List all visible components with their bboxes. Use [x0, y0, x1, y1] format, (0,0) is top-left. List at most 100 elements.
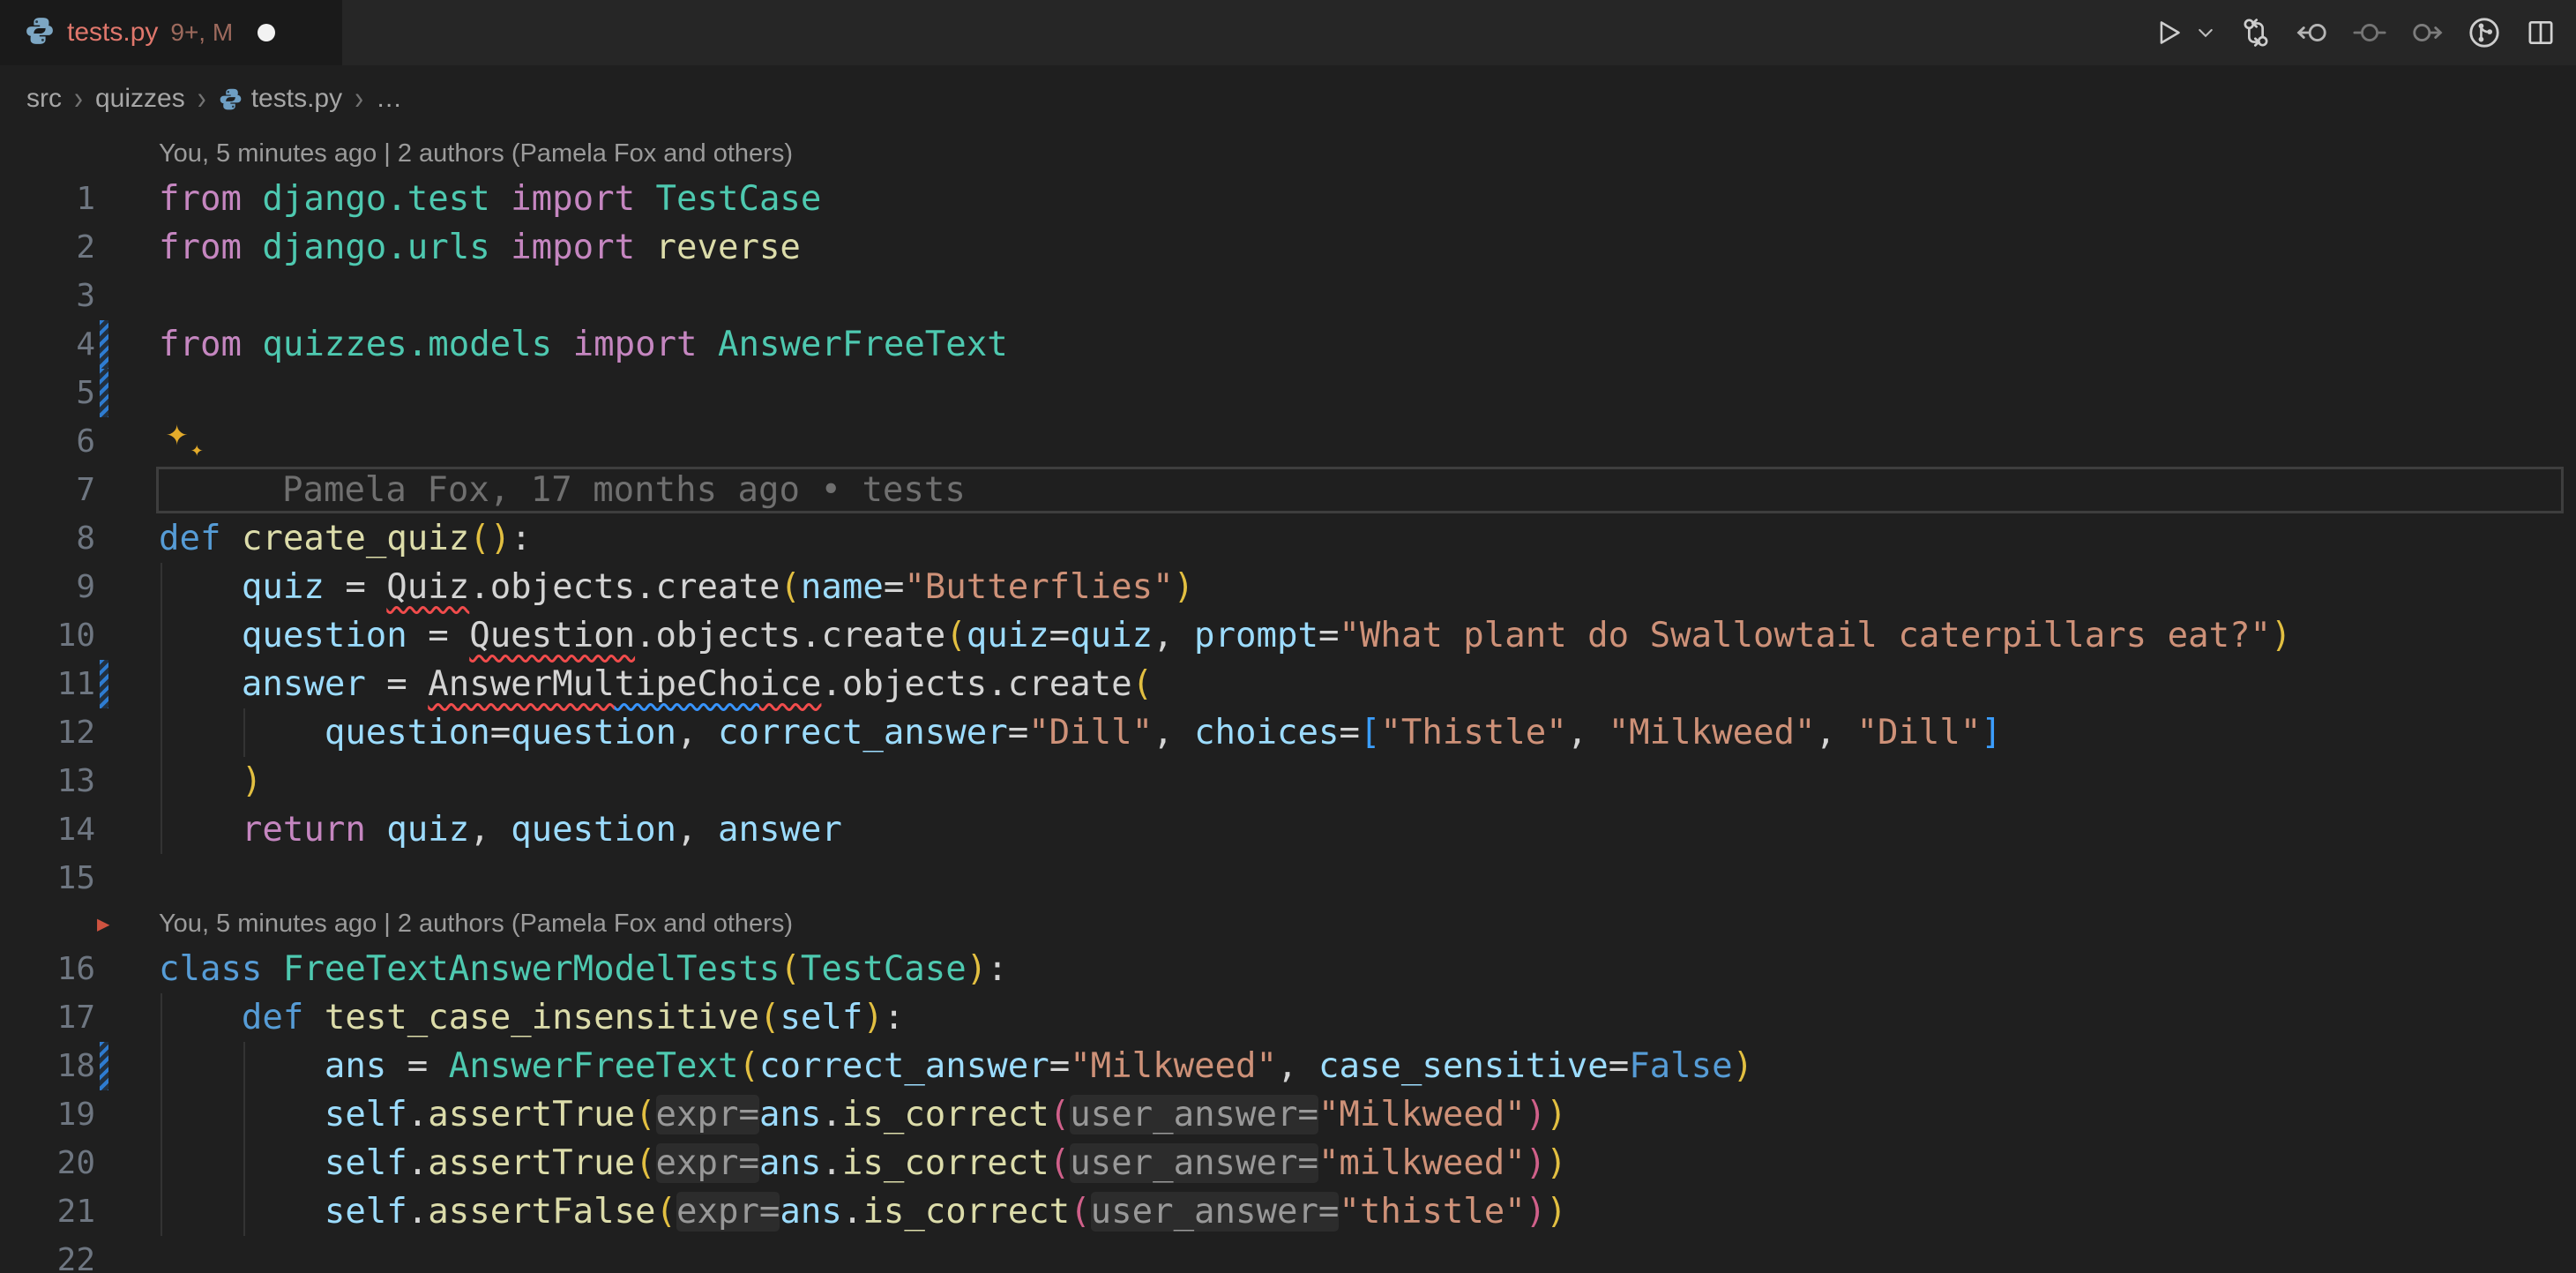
code-token: "Milkweed"	[1318, 1095, 1526, 1134]
nav-back-button[interactable]	[2296, 16, 2329, 49]
code-token: .	[407, 1192, 428, 1232]
code-token: ans	[759, 1095, 821, 1134]
line-number[interactable]: 6	[0, 417, 95, 466]
error-squiggle-token: AnswerMul	[428, 664, 614, 704]
line-number[interactable]: 7	[0, 466, 95, 514]
line-number[interactable]: 19	[0, 1090, 95, 1139]
code-token: [	[1360, 713, 1380, 753]
compare-changes-button[interactable]	[2240, 17, 2272, 49]
line-number[interactable]: 14	[0, 805, 95, 854]
code-token: (	[635, 1143, 655, 1183]
python-icon	[219, 87, 243, 111]
inlay-hint-chip: expr=	[656, 1143, 759, 1183]
breadcrumb-item-symbols[interactable]: …	[376, 84, 402, 114]
line-number[interactable]: 17	[0, 993, 95, 1042]
gutter-modified-indicator[interactable]	[100, 369, 108, 417]
code-token: def	[242, 998, 303, 1037]
line-number[interactable]: 18	[0, 1042, 95, 1090]
line-number[interactable]: 12	[0, 708, 95, 757]
line-content: from django.test import TestCase	[159, 175, 2576, 223]
code-token: =	[325, 567, 386, 607]
code-token: django.test	[262, 179, 489, 219]
code-token: is_correct	[862, 1192, 1070, 1232]
code-token: choices	[1194, 713, 1339, 753]
code-token: ,	[676, 713, 718, 753]
line-number[interactable]: 9	[0, 563, 95, 611]
code-line: 18 ans = AnswerFreeText(correct_answer="…	[0, 1042, 2576, 1090]
breadcrumb-item-tests-py[interactable]: tests.py	[219, 84, 342, 114]
line-content: ans = AnswerFreeText(correct_answer="Mil…	[159, 1042, 2576, 1090]
gutter-modified-indicator[interactable]	[100, 660, 108, 708]
breadcrumb-item-quizzes[interactable]: quizzes	[95, 84, 185, 114]
code-token: False	[1629, 1046, 1732, 1086]
line-content: quiz = Quiz.objects.create(name="Butterf…	[159, 563, 2576, 611]
code-token	[698, 325, 718, 364]
line-number[interactable]: 20	[0, 1139, 95, 1187]
code-token: :	[884, 998, 904, 1037]
chevron-right-icon: ›	[198, 80, 206, 118]
line-number[interactable]: 22	[0, 1236, 95, 1273]
code-token: import	[573, 325, 698, 364]
breadcrumb-item-src[interactable]: src	[26, 84, 62, 114]
code-line: 17 def test_case_insensitive(self):	[0, 993, 2576, 1042]
run-python-file-button[interactable]	[2154, 18, 2184, 48]
line-number[interactable]: 10	[0, 611, 95, 660]
line-number[interactable]: 2	[0, 223, 95, 272]
code-token: quiz	[1070, 616, 1153, 655]
copilot-sparkle-icon[interactable]: ✦	[166, 414, 188, 451]
git-blame-codelens[interactable]: You, 5 minutes ago | 2 authors (Pamela F…	[159, 902, 793, 945]
code-line: 5	[0, 369, 2576, 417]
code-token: "Dill"	[1856, 713, 1981, 753]
line-content: )	[159, 757, 2576, 805]
source-control-graph-icon	[2468, 16, 2501, 49]
indent-guide	[243, 1139, 245, 1187]
code-editor[interactable]: You, 5 minutes ago | 2 authors (Pamela F…	[0, 132, 2576, 1273]
indent-guide	[243, 1042, 245, 1090]
code-token: "Butterflies"	[904, 567, 1173, 607]
code-line: 10 question = Question.objects.create(qu…	[0, 611, 2576, 660]
error-squiggle-token: ice	[759, 664, 821, 704]
code-token	[159, 664, 242, 704]
breadcrumb: src›quizzes›tests.py›…	[0, 65, 2576, 132]
unsaved-changes-dot-icon[interactable]	[258, 24, 275, 41]
line-number[interactable]: 21	[0, 1187, 95, 1236]
nav-location-button[interactable]	[2353, 16, 2386, 49]
code-token: answer	[242, 664, 366, 704]
code-token: assertTrue	[428, 1095, 635, 1134]
code-token: class	[159, 949, 262, 989]
line-number[interactable]: 3	[0, 272, 95, 320]
run-dropdown-button[interactable]	[2195, 22, 2216, 43]
tab-tests-py[interactable]: tests.py 9+, M	[0, 0, 342, 65]
code-token: answer	[718, 810, 842, 850]
run-python-file-icon	[2154, 18, 2184, 48]
code-token: )	[1526, 1143, 1546, 1183]
source-control-graph-button[interactable]	[2468, 16, 2501, 49]
line-number[interactable]: 13	[0, 757, 95, 805]
code-token: case_sensitive	[1318, 1046, 1609, 1086]
gutter-modified-indicator[interactable]	[100, 320, 108, 369]
code-token	[159, 1143, 325, 1183]
line-number[interactable]: 15	[0, 854, 95, 902]
line-number[interactable]: 5	[0, 369, 95, 417]
inlay-hint-chip: expr=	[656, 1095, 759, 1134]
line-number[interactable]: 8	[0, 514, 95, 563]
line-number[interactable]: 4	[0, 320, 95, 369]
code-token: .	[842, 1192, 862, 1232]
code-token: is_correct	[842, 1095, 1049, 1134]
nav-forward-button[interactable]	[2410, 16, 2444, 49]
line-number[interactable]: 11	[0, 660, 95, 708]
code-token: )	[1546, 1192, 1566, 1232]
gutter-deleted-lines-arrow-icon[interactable]: ▶	[97, 913, 109, 934]
code-token: return	[242, 810, 366, 850]
code-line: 3	[0, 272, 2576, 320]
line-number[interactable]: 1	[0, 175, 95, 223]
split-editor-button[interactable]	[2525, 17, 2557, 49]
git-blame-codelens[interactable]: You, 5 minutes ago | 2 authors (Pamela F…	[159, 132, 793, 175]
chevron-right-icon: ›	[355, 80, 363, 118]
gutter-modified-indicator[interactable]	[100, 1042, 108, 1090]
code-token: from	[159, 228, 242, 267]
code-line: 15	[0, 854, 2576, 902]
run-dropdown-chevron-icon	[2195, 22, 2216, 43]
code-token: )	[242, 761, 262, 801]
line-number[interactable]: 16	[0, 945, 95, 993]
